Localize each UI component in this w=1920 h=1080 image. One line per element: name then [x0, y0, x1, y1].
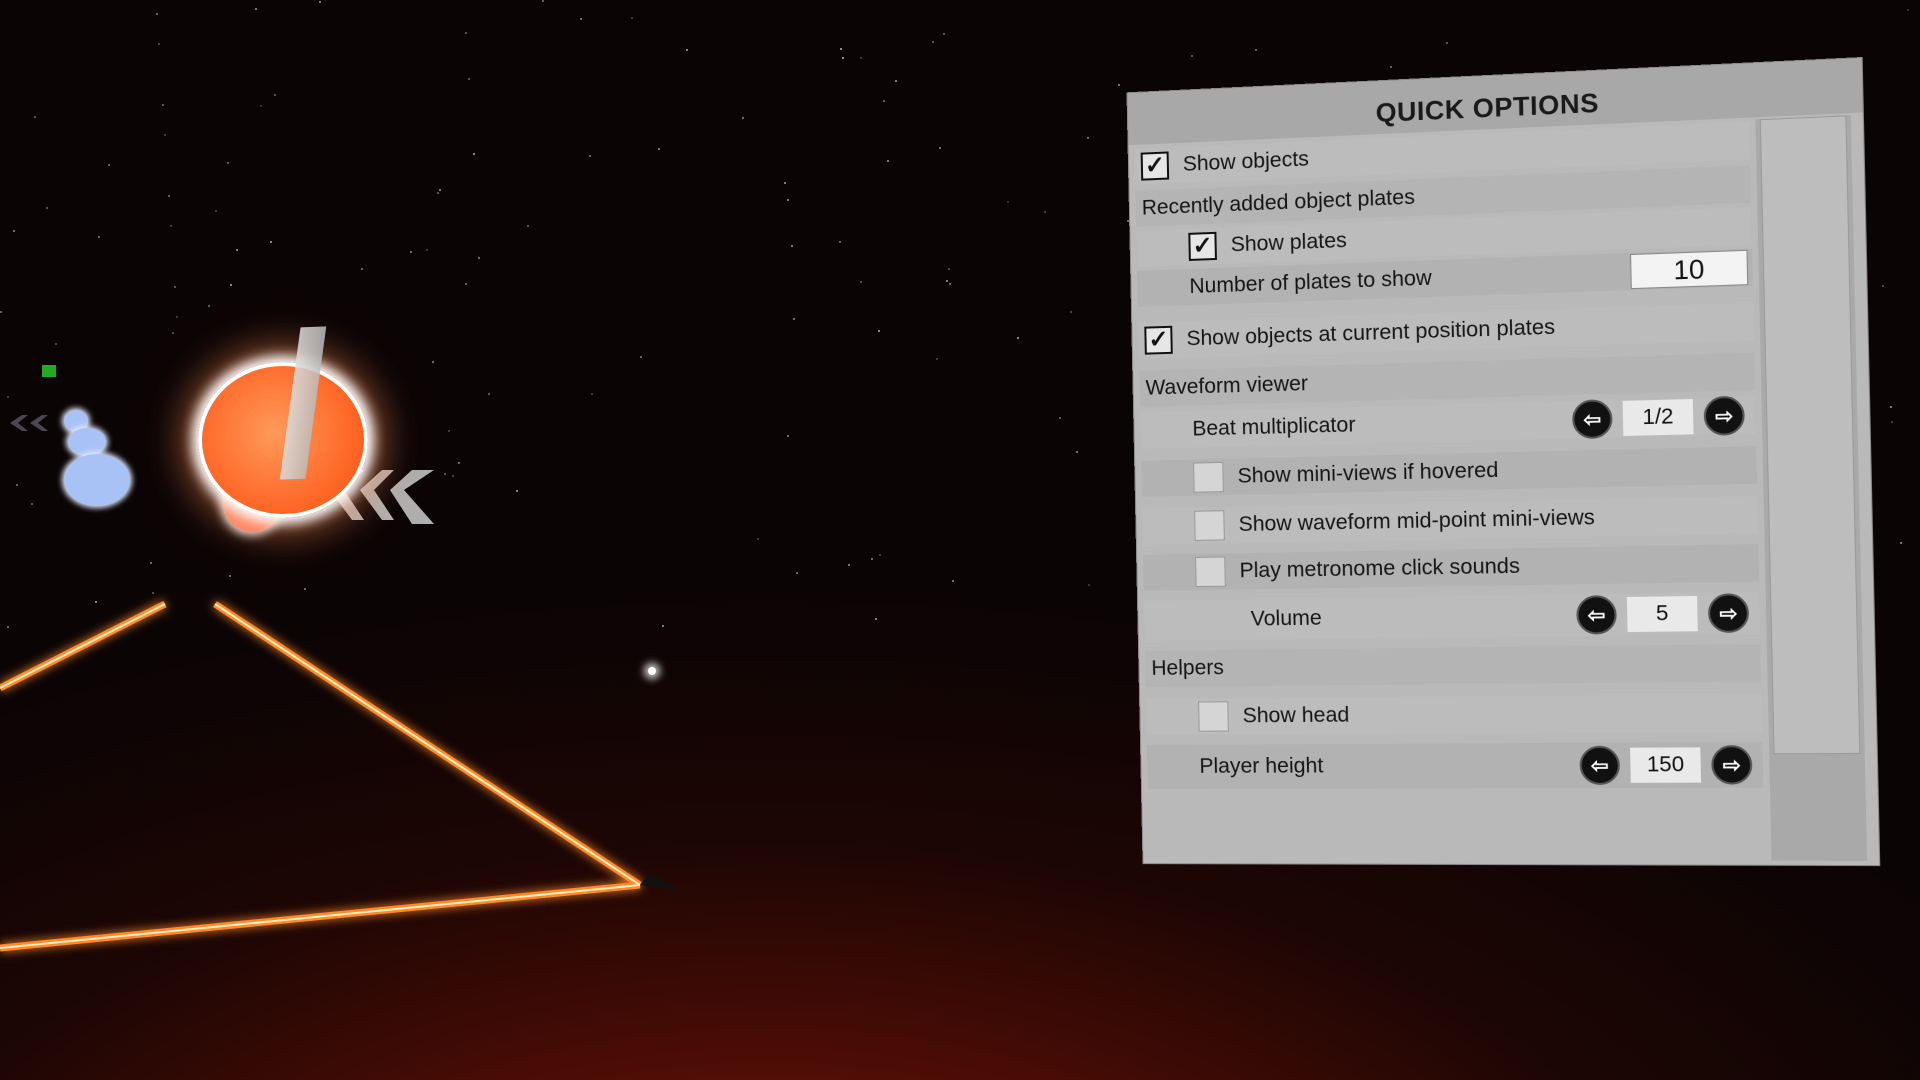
- checkbox-show-mini-views[interactable]: [1193, 461, 1224, 493]
- section-header-helpers: Helpers: [1145, 643, 1762, 687]
- option-label: Player height: [1199, 754, 1324, 778]
- option-label: Beat multiplicator: [1192, 413, 1356, 441]
- right-arrow-icon: ⇨: [1722, 753, 1742, 777]
- section-header-label: Helpers: [1151, 656, 1225, 680]
- option-volume: Volume ⇦ 5 ⇨: [1144, 591, 1761, 641]
- option-play-metronome[interactable]: Play metronome click sounds: [1143, 544, 1760, 591]
- option-label: Play metronome click sounds: [1239, 554, 1521, 583]
- left-arrow-icon: ⇦: [1590, 754, 1609, 778]
- option-label: Show waveform mid-point mini-views: [1238, 505, 1596, 537]
- checkbox-show-head[interactable]: [1198, 701, 1229, 732]
- option-player-height: Player height ⇦ 150 ⇨: [1147, 741, 1764, 790]
- marker-square: [42, 365, 56, 377]
- checkbox-show-midpoint-mini-views[interactable]: [1194, 510, 1225, 541]
- section-header-label: Waveform viewer: [1145, 371, 1309, 400]
- orange-note-orb: [198, 362, 368, 518]
- beat-increase-button[interactable]: ⇨: [1703, 395, 1746, 437]
- section-header-label: Recently added object plates: [1141, 185, 1416, 220]
- option-label: Show plates: [1230, 228, 1348, 257]
- blue-note-orb: [64, 454, 130, 506]
- option-show-mini-views[interactable]: Show mini-views if hovered: [1141, 446, 1757, 497]
- plates-count-input[interactable]: 10: [1630, 249, 1749, 290]
- sparkle: [648, 667, 656, 675]
- option-label: Number of plates to show: [1189, 266, 1432, 299]
- scrollbar-track[interactable]: [1755, 115, 1868, 861]
- volume-increase-button[interactable]: ⇨: [1707, 593, 1750, 634]
- option-show-current-position-plates[interactable]: ✓ Show objects at current position plate…: [1138, 302, 1754, 359]
- right-arrow-icon: ⇨: [1719, 602, 1738, 626]
- option-label: Show objects: [1182, 147, 1310, 176]
- option-label: Show mini-views if hovered: [1237, 458, 1499, 488]
- beat-decrease-button[interactable]: ⇦: [1571, 399, 1613, 440]
- checkbox-play-metronome[interactable]: [1195, 556, 1226, 588]
- right-arrow-icon: ⇨: [1714, 404, 1734, 428]
- left-arrow-icon: ⇦: [1587, 603, 1606, 627]
- player-height-value: 150: [1630, 747, 1702, 783]
- option-label: Show objects at current position plates: [1186, 315, 1556, 351]
- scrollbar-thumb[interactable]: [1759, 115, 1861, 755]
- height-increase-button[interactable]: ⇨: [1710, 745, 1753, 785]
- option-label: Volume: [1250, 606, 1322, 631]
- option-show-head[interactable]: Show head: [1146, 693, 1763, 735]
- blue-note-orb: [68, 428, 106, 456]
- option-label: Show head: [1242, 703, 1350, 728]
- height-decrease-button[interactable]: ⇦: [1579, 745, 1621, 785]
- options-list: ✓ Show objects Recently added object pla…: [1134, 120, 1765, 861]
- checkbox-show-plates[interactable]: ✓: [1188, 231, 1217, 261]
- quick-options-panel: QUICK OPTIONS ✓ Show objects Recently ad…: [1126, 56, 1884, 917]
- volume-value: 5: [1626, 595, 1698, 633]
- checkbox-show-current-position-plates[interactable]: ✓: [1144, 325, 1173, 355]
- check-icon: ✓: [1192, 231, 1213, 260]
- checkbox-show-objects[interactable]: ✓: [1140, 151, 1170, 181]
- option-show-midpoint-mini-views[interactable]: Show waveform mid-point mini-views: [1142, 496, 1758, 545]
- left-arrow-icon: ⇦: [1583, 408, 1602, 432]
- volume-decrease-button[interactable]: ⇦: [1576, 595, 1618, 635]
- beat-multiplicator-value: 1/2: [1622, 399, 1694, 436]
- check-icon: ✓: [1148, 325, 1169, 354]
- check-icon: ✓: [1144, 151, 1166, 180]
